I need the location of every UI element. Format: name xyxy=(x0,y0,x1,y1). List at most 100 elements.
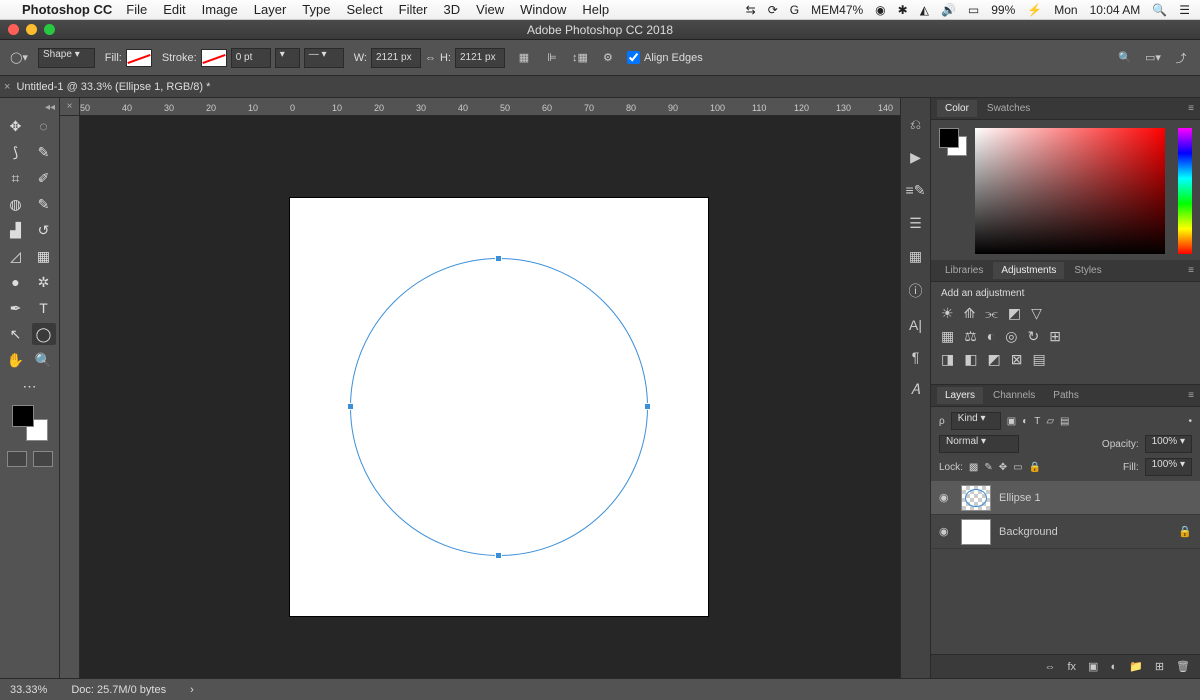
refresh-icon[interactable]: ⟳ xyxy=(768,3,778,17)
transform-handle-left[interactable] xyxy=(347,403,354,410)
foreground-color-swatch[interactable] xyxy=(12,405,34,427)
adjustments-panel-menu-icon[interactable]: ≡ xyxy=(1188,265,1194,276)
ellipse-shape[interactable] xyxy=(350,258,648,556)
menu-filter[interactable]: Filter xyxy=(399,2,428,17)
stroke-style-select[interactable]: — ▾ xyxy=(304,48,344,68)
ellipse-tool[interactable]: ◯ xyxy=(32,323,56,345)
menu-3d[interactable]: 3D xyxy=(444,2,461,17)
quick-select-tool[interactable]: ✎ xyxy=(32,141,56,163)
menu-window[interactable]: Window xyxy=(520,2,566,17)
lock-transparency-icon[interactable]: ▩ xyxy=(969,462,978,473)
stamp-tool[interactable]: ▟ xyxy=(4,219,28,241)
path-alignment-icon[interactable]: ⊫ xyxy=(543,49,561,67)
clock-day[interactable]: Mon xyxy=(1054,3,1077,17)
lock-artboard-icon[interactable]: ▭ xyxy=(1013,462,1022,473)
tab-paths[interactable]: Paths xyxy=(1045,387,1087,404)
new-group-icon[interactable]: 📁 xyxy=(1129,660,1143,673)
share-icon[interactable]: ⤴ xyxy=(1172,49,1190,67)
bluetooth-icon[interactable]: ✱ xyxy=(898,3,908,17)
lock-icon[interactable]: 🔒 xyxy=(1178,525,1192,538)
collapse-tools-icon[interactable]: ◂◂ xyxy=(45,102,55,113)
gradient-tool[interactable]: ▦ xyxy=(32,245,56,267)
battery-icon[interactable]: ⚡ xyxy=(1027,3,1042,17)
photo-filter-icon[interactable]: ◎ xyxy=(1005,328,1017,345)
hand-tool[interactable]: ✋ xyxy=(4,349,28,371)
app-name[interactable]: Photoshop CC xyxy=(22,2,112,17)
marquee-tool[interactable]: ◌ xyxy=(32,115,56,137)
memory-indicator[interactable]: MEM47% xyxy=(811,6,863,14)
lock-all-icon[interactable]: 🔒 xyxy=(1029,462,1041,473)
menu-edit[interactable]: Edit xyxy=(163,2,185,17)
vertical-ruler[interactable] xyxy=(60,116,80,678)
quick-mask-toggle[interactable] xyxy=(7,451,53,467)
hue-saturation-icon[interactable]: ▦ xyxy=(941,328,954,345)
color-panel-menu-icon[interactable]: ≡ xyxy=(1188,103,1194,114)
layer-visibility-icon[interactable]: ◉ xyxy=(939,491,953,504)
filter-smart-icon[interactable]: ▤ xyxy=(1060,416,1069,427)
zoom-tool[interactable]: 🔍 xyxy=(32,349,56,371)
width-input[interactable] xyxy=(371,48,421,68)
color-field[interactable] xyxy=(975,128,1165,254)
new-adjustment-layer-icon[interactable]: ◐ xyxy=(1110,661,1117,673)
path-arrangement-icon[interactable]: ↕▦ xyxy=(571,49,589,67)
link-layers-icon[interactable]: ⇔ xyxy=(1044,661,1055,673)
eraser-tool[interactable]: ◿ xyxy=(4,245,28,267)
gradient-map-icon[interactable]: ▤ xyxy=(1032,351,1045,368)
menu-select[interactable]: Select xyxy=(346,2,382,17)
transform-handle-top[interactable] xyxy=(495,255,502,262)
filter-adjustment-icon[interactable]: ◐ xyxy=(1022,416,1028,427)
sync-icon[interactable]: ⇆ xyxy=(746,3,756,17)
tab-libraries[interactable]: Libraries xyxy=(937,262,991,279)
layer-name[interactable]: Background xyxy=(999,526,1058,538)
tab-adjustments[interactable]: Adjustments xyxy=(993,262,1064,279)
lasso-tool[interactable]: ⟆ xyxy=(4,141,28,163)
eye-icon[interactable]: ◉ xyxy=(875,3,885,17)
layer-thumbnail[interactable] xyxy=(961,519,991,545)
transform-handle-right[interactable] xyxy=(644,403,651,410)
eyedropper-tool[interactable]: ✐ xyxy=(32,167,56,189)
color-balance-icon[interactable]: ⚖ xyxy=(964,328,977,345)
levels-icon[interactable]: ⟰ xyxy=(964,305,976,322)
filter-image-icon[interactable]: ▣ xyxy=(1007,416,1016,427)
history-brush-tool[interactable]: ↺ xyxy=(32,219,56,241)
layer-item-ellipse[interactable]: ◉ Ellipse 1 xyxy=(931,481,1200,515)
exposure-icon[interactable]: ◩ xyxy=(1008,305,1021,322)
filter-shape-icon[interactable]: ▱ xyxy=(1046,416,1054,427)
canvas-area[interactable]: × 50403020100102030405060708090100110120… xyxy=(60,98,900,678)
layer-visibility-icon[interactable]: ◉ xyxy=(939,525,953,538)
menu-file[interactable]: File xyxy=(126,2,147,17)
threshold-icon[interactable]: ◩ xyxy=(987,351,1000,368)
pen-tool[interactable]: ✒ xyxy=(4,297,28,319)
menu-type[interactable]: Type xyxy=(302,2,330,17)
curves-icon[interactable]: ⫘ xyxy=(985,305,998,322)
search-icon[interactable]: 🔍 xyxy=(1116,49,1134,67)
shape-tool-icon[interactable]: ◯▾ xyxy=(10,49,28,67)
height-input[interactable] xyxy=(455,48,505,68)
menu-help[interactable]: Help xyxy=(582,2,609,17)
menu-view[interactable]: View xyxy=(476,2,504,17)
path-select-tool[interactable]: ↖ xyxy=(4,323,28,345)
tool-mode-select[interactable]: Shape ▾ xyxy=(38,48,95,68)
link-wh-icon[interactable]: ⇔ xyxy=(425,52,436,64)
actions-panel-icon[interactable]: ▶ xyxy=(910,149,921,166)
workspace-select-icon[interactable]: ▭▾ xyxy=(1144,49,1162,67)
add-mask-icon[interactable]: ▣ xyxy=(1088,660,1098,673)
stroke-width-dropdown[interactable]: ▾ xyxy=(275,48,300,68)
filter-type-icon[interactable]: T xyxy=(1034,416,1040,427)
menu-image[interactable]: Image xyxy=(202,2,238,17)
move-tool[interactable]: ✥ xyxy=(4,115,28,137)
minimize-window-button[interactable] xyxy=(26,24,37,35)
foreground-background-colors[interactable] xyxy=(12,405,48,441)
display-icon[interactable]: ▭ xyxy=(968,3,979,17)
layer-filter-kind[interactable]: Kind ▾ xyxy=(951,412,1001,430)
stroke-swatch[interactable] xyxy=(201,49,227,67)
document-tab[interactable]: × Untitled-1 @ 33.3% (Ellipse 1, RGB/8) … xyxy=(4,81,210,93)
tab-styles[interactable]: Styles xyxy=(1066,262,1109,279)
channel-mixer-icon[interactable]: ↻ xyxy=(1027,328,1039,345)
layer-thumbnail[interactable] xyxy=(961,485,991,511)
transform-handle-bottom[interactable] xyxy=(495,552,502,559)
wifi-icon[interactable]: ◭ xyxy=(920,3,929,17)
healing-tool[interactable]: ◍ xyxy=(4,193,28,215)
clone-source-panel-icon[interactable]: ▦ xyxy=(909,248,922,265)
character-panel-icon[interactable]: A| xyxy=(909,317,922,333)
